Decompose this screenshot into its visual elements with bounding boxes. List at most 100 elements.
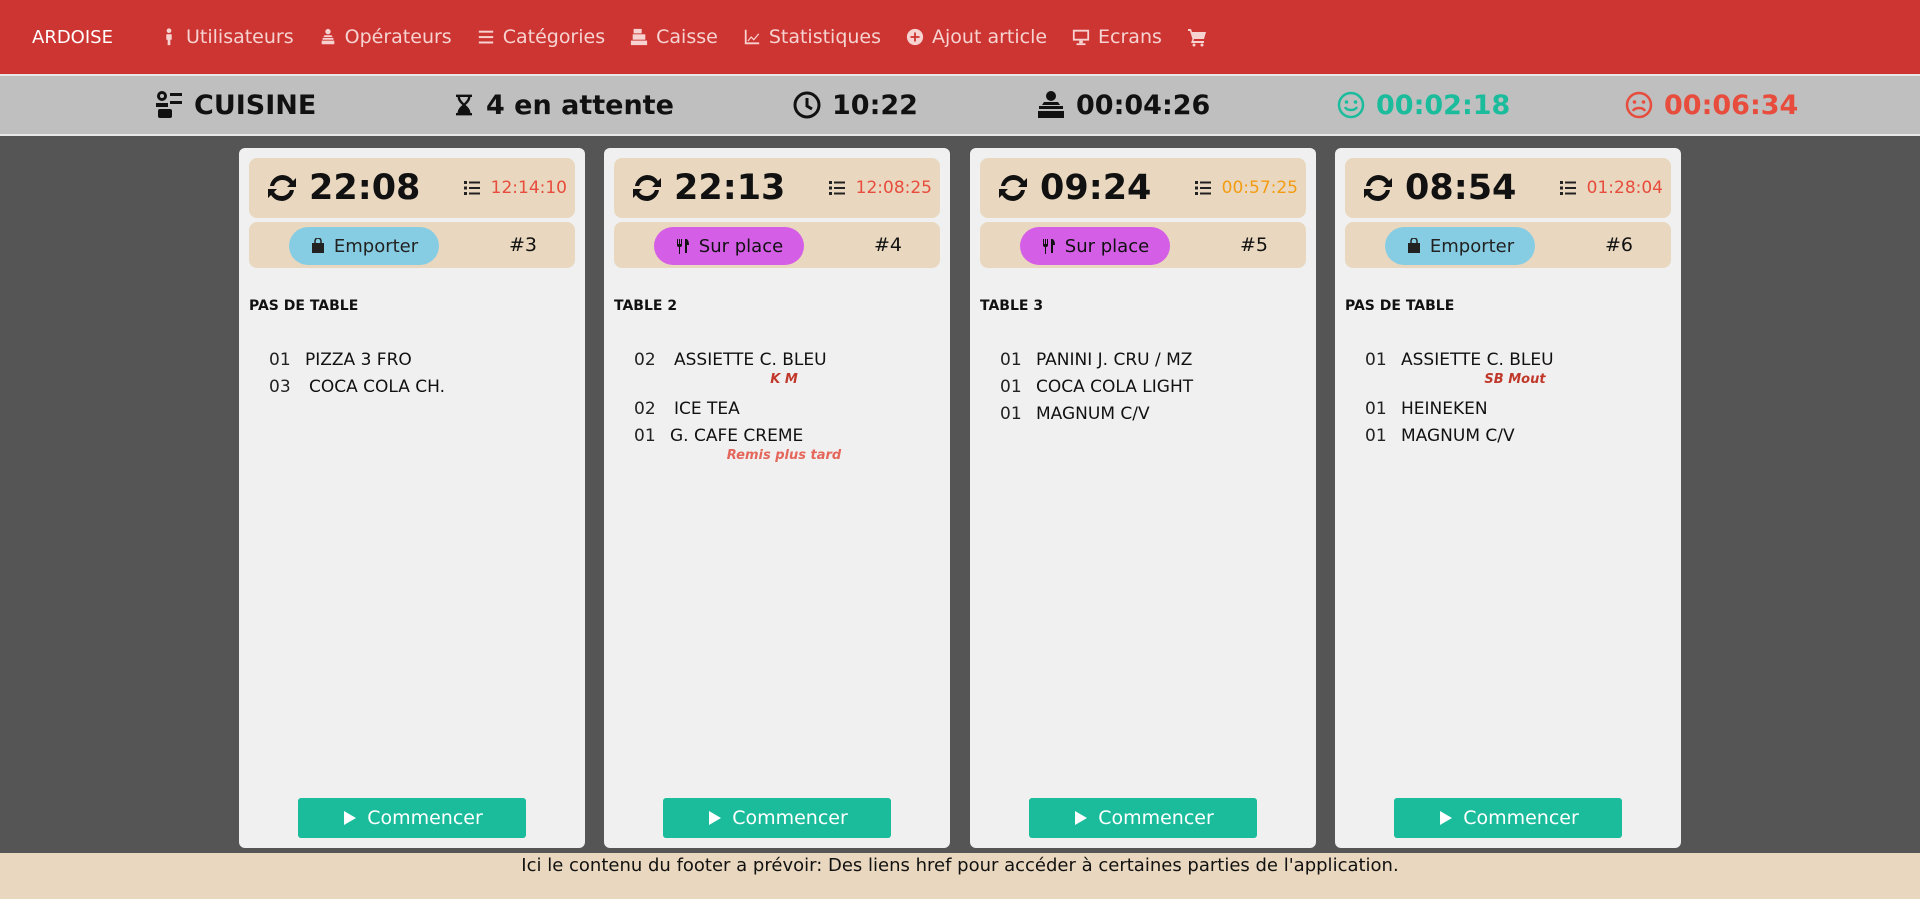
nav-item-label: Ajout article [932,26,1048,48]
item-name: ICE TEA [674,398,740,419]
service-mode-badge[interactable]: Emporter [1385,227,1535,265]
item-name: PANINI J. CRU / MZ [1036,349,1193,370]
current-clock: 10:22 [792,76,918,134]
table-label: TABLE 2 [614,298,678,314]
service-mode-text: Emporter [333,235,419,257]
list-icon [1194,181,1211,195]
start-button[interactable]: Commencer [663,798,891,838]
nav-item-label: Ecrans [1098,26,1162,48]
order-time: 22:08 [265,168,420,208]
worst-time: 00:06:34 [1624,76,1798,134]
list-icon [463,181,480,195]
order-elapsed-text: 12:14:10 [490,178,567,198]
cart-button[interactable] [1187,27,1207,47]
play-icon [709,811,722,825]
start-button[interactable]: Commencer [1029,798,1257,838]
worst-time-text: 00:06:34 [1664,89,1799,121]
order-number: #4 [874,234,903,256]
brand-logo[interactable]: ARDOISE [32,27,160,48]
item-quantity: 03 [269,376,291,397]
order-elapsed: 01:28:04 [1559,178,1663,198]
service-mode-text: Emporter [1429,235,1515,257]
item-quantity: 02 [634,398,656,419]
order-header: 22:08 12:14:10 [249,158,575,218]
order-elapsed: 00:57:25 [1194,178,1298,198]
monitor-icon [1072,29,1090,46]
order-card: 22:13 12:08:25 Sur place #4 TABLE 2 02 AS… [604,148,950,848]
nav-item-label: Opérateurs [344,26,452,48]
nav-item-label: Catégories [502,26,606,48]
utensils-icon [1042,239,1055,254]
nav-item-ecrans[interactable]: Ecrans [1072,26,1162,48]
order-card: 09:24 00:57:25 Sur place #5 TABLE 3 01 PA… [970,148,1316,848]
nav-item-label: Caisse [656,26,718,48]
item-name: ASSIETTE C. BLEU [1401,349,1554,370]
clock-text: 10:22 [832,89,918,121]
item-note: K M [770,372,798,387]
nav-item-categories[interactable]: Catégories [477,26,605,48]
service-mode-badge[interactable]: Sur place [1020,227,1170,265]
nav-item-statistiques[interactable]: Statistiques [743,26,881,48]
start-button[interactable]: Commencer [298,798,526,838]
play-icon [344,811,357,825]
play-icon [1075,811,1088,825]
hourglass-icon [456,94,472,116]
waiting-count: 4 en attente [452,76,674,134]
list-icon [828,181,845,195]
order-time-text: 09:24 [1040,168,1152,208]
order-items: 01 ASSIETTE C. BLEU SB Mout 01 HEINEKEN 01… [1365,346,1665,449]
start-button[interactable]: Commencer [1394,798,1622,838]
item-name: G. CAFE CREME [670,425,804,446]
average-time: 00:04:26 [1036,76,1210,134]
kitchen-label: CUISINE [154,76,316,134]
service-mode-badge[interactable]: Sur place [654,227,804,265]
order-card: 22:08 12:14:10 Emporter #3 PAS DE TABLE … [239,148,585,848]
service-mode-text: Sur place [1064,235,1150,257]
kitchen-title: CUISINE [194,89,317,121]
item-quantity: 01 [1000,403,1022,424]
refresh-icon[interactable] [996,171,1030,205]
order-time-text: 08:54 [1405,168,1517,208]
order-time-text: 22:13 [674,168,786,208]
item-quantity: 01 [1365,349,1387,370]
start-button-label: Commencer [367,807,483,829]
frown-icon [1625,91,1653,119]
refresh-icon[interactable] [1361,171,1395,205]
item-quantity: 01 [1365,398,1387,419]
order-elapsed: 12:14:10 [463,178,567,198]
list-item: 01 G. CAFE CREME [634,422,934,449]
start-button-label: Commencer [1463,807,1579,829]
item-quantity: 01 [269,349,291,370]
refresh-icon[interactable] [630,171,664,205]
service-mode-badge[interactable]: Emporter [289,227,439,265]
nav-item-operateurs[interactable]: Opérateurs [319,26,452,48]
order-elapsed: 12:08:25 [828,178,932,198]
footer: Ici le contenu du footer a prévoir: Des … [0,853,1920,899]
refresh-icon[interactable] [265,171,299,205]
nav-item-utilisateurs[interactable]: Utilisateurs [160,26,294,48]
order-items: 02 ASSIETTE C. BLEU K M 02 ICE TEA 01 G. CA… [634,346,934,471]
order-header: 22:13 12:08:25 [614,158,940,218]
item-name: COCA COLA LIGHT [1036,376,1194,397]
list-item: 01 MAGNUM C/V [1365,422,1665,449]
list-item: 01 PANINI J. CRU / MZ [1000,346,1300,373]
nav-item-ajout-article[interactable]: Ajout article [906,26,1047,48]
order-time: 08:54 [1361,168,1516,208]
bag-icon [311,238,324,253]
nav-menu: Utilisateurs Opérateurs Catégories Caiss… [160,26,1232,48]
order-subheader: Emporter #3 [249,222,575,268]
item-name: MAGNUM C/V [1401,425,1515,446]
list-item: 02 ASSIETTE C. BLEU [634,346,934,373]
item-name: ASSIETTE C. BLEU [674,349,827,370]
item-note: SB Mout [1484,372,1546,387]
nav-item-caisse[interactable]: Caisse [630,26,718,48]
item-note: Remis plus tard [726,448,842,463]
nav-item-label: Utilisateurs [186,26,294,48]
best-time-text: 00:02:18 [1376,89,1511,121]
plus-circle-icon [906,28,924,46]
list-item: 03 COCA COLA CH. [269,373,569,400]
cash-register-icon [631,28,648,46]
item-name: MAGNUM C/V [1036,403,1150,424]
order-number: #6 [1605,234,1634,256]
order-card: 08:54 01:28:04 Emporter #6 PAS DE TABLE … [1335,148,1681,848]
